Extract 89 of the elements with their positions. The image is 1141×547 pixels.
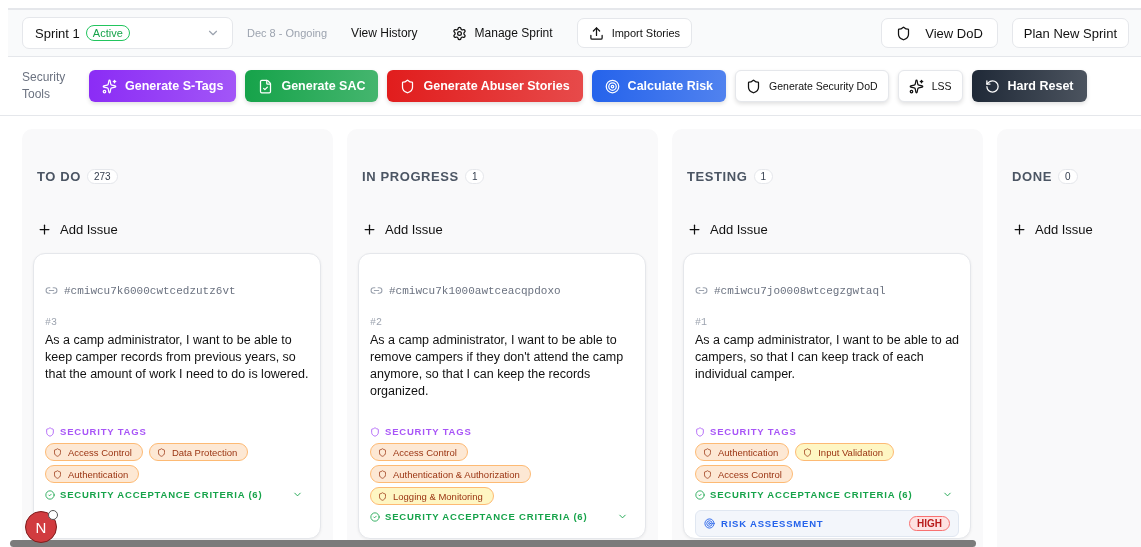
column-title: IN PROGRESS [362, 168, 459, 184]
story-number: #3 [45, 317, 58, 328]
security-tag: Access Control [45, 443, 143, 461]
tools-label: Security Tools [22, 69, 67, 103]
security-tag: Authentication [45, 465, 140, 483]
section-title: SECURITY TAGS [710, 426, 797, 437]
security-tag: Access Control [370, 443, 468, 461]
section-title: SECURITY ACCEPTANCE CRITERIA (6) [385, 511, 588, 522]
column-title: TO DO [37, 168, 81, 184]
shield-icon [45, 426, 55, 437]
issue-count: 0 [1057, 168, 1078, 184]
shield-icon [156, 447, 166, 457]
tool-button[interactable]: Generate Abuser Stories [387, 70, 583, 102]
shield-icon [53, 447, 62, 457]
tool-button[interactable]: Calculate Risk [591, 70, 727, 102]
risk-badge: HIGH [909, 516, 950, 531]
story-text: As a camp administrator, I want to be able to ad campers, so that I can keep track of each individual camper. [695, 332, 961, 383]
target-icon [704, 518, 715, 529]
sparkle-icon [102, 78, 117, 94]
security-tag: Data Protection [148, 443, 249, 461]
shield-icon [400, 78, 416, 94]
security-tag: Access Control [695, 465, 793, 483]
target-icon [604, 78, 620, 94]
check-circle-icon [695, 489, 705, 500]
shield-icon [703, 469, 712, 479]
security-tag: Logging & Monitoring [370, 487, 494, 505]
issue-count: 1 [464, 168, 485, 184]
toolbar-button[interactable]: Plan New Sprint [1011, 18, 1129, 48]
shield-icon [695, 426, 705, 437]
story-id: #cmiwcu7k1000awtceacqpdoxo [389, 284, 561, 297]
plus-icon [687, 222, 702, 237]
add-issue-button[interactable]: Add Issue [1012, 222, 1093, 237]
toolbar-button[interactable]: Import Stories [576, 18, 693, 48]
upload-icon [588, 25, 604, 41]
plus-icon [37, 222, 52, 237]
security-tag: Authentication [695, 443, 790, 461]
story-text: As a camp administrator, I want to be able to remove campers if they don't attend the camp anymore, so that I can keep the records organized. [370, 332, 625, 400]
toolbar-button[interactable]: View DoD [881, 18, 998, 48]
story-id: #cmiwcu7k6000cwtcedzutz6vt [64, 284, 236, 297]
link-icon [695, 284, 708, 297]
toolbar-button[interactable]: Manage Sprint [441, 18, 563, 48]
add-issue-button[interactable]: Add Issue [37, 222, 118, 237]
shield-icon [896, 25, 912, 41]
shield-icon [378, 447, 387, 457]
section-title: SECURITY TAGS [385, 426, 472, 437]
shield-icon [803, 447, 813, 457]
security-tag: Authentication & Authorization [370, 465, 531, 483]
story-card[interactable] [683, 253, 971, 539]
column-title: DONE [1012, 168, 1052, 184]
story-card[interactable] [358, 253, 646, 539]
risk-title: RISK ASSESSMENT [721, 518, 824, 529]
link-icon [370, 284, 383, 297]
scrollbar[interactable] [10, 540, 976, 547]
story-id: #cmiwcu7jo0008wtcegzgwtaql [714, 284, 886, 297]
shield-icon [746, 78, 762, 94]
add-issue-button[interactable]: Add Issue [687, 222, 768, 237]
shield-icon [378, 469, 387, 479]
security-tag: Input Validation [795, 443, 894, 461]
sprint-dates: Dec 8 - Ongoing [247, 27, 328, 39]
toolbar-button[interactable]: View History [341, 18, 428, 48]
tool-button[interactable]: Generate S-Tags [89, 70, 237, 102]
sprint-select[interactable]: Sprint 1 Active [22, 17, 233, 49]
shield-icon [53, 469, 62, 479]
story-number: #1 [695, 317, 708, 328]
tool-button[interactable]: LSS [897, 70, 963, 102]
check-circle-icon [370, 511, 380, 522]
issue-count: 273 [86, 168, 118, 184]
shield-icon [703, 447, 712, 457]
story-number: #2 [370, 317, 383, 328]
section-title: SECURITY TAGS [60, 426, 147, 437]
shield-icon [378, 491, 387, 501]
check-circle-icon [45, 489, 55, 500]
story-text: As a camp administrator, I want to be able to keep camper records from previous years, so that the amount of work I need to do is lowered. [45, 332, 310, 383]
section-title: SECURITY ACCEPTANCE CRITERIA (6) [60, 489, 263, 500]
add-issue-button[interactable]: Add Issue [362, 222, 443, 237]
section-title: SECURITY ACCEPTANCE CRITERIA (6) [710, 489, 913, 500]
shield-icon [370, 426, 380, 437]
settings-icon [451, 25, 467, 41]
issue-count: 1 [753, 168, 774, 184]
plus-icon [362, 222, 377, 237]
column-title: TESTING [687, 168, 748, 184]
tool-button[interactable]: Hard Reset [971, 70, 1087, 102]
story-card[interactable] [33, 253, 321, 539]
plus-icon [1012, 222, 1027, 237]
sparkle-icon [908, 78, 924, 94]
reset-icon [984, 78, 1000, 94]
link-icon [45, 284, 58, 297]
document-check-icon [258, 78, 274, 94]
tool-button[interactable]: Generate Security DoD [735, 70, 889, 102]
